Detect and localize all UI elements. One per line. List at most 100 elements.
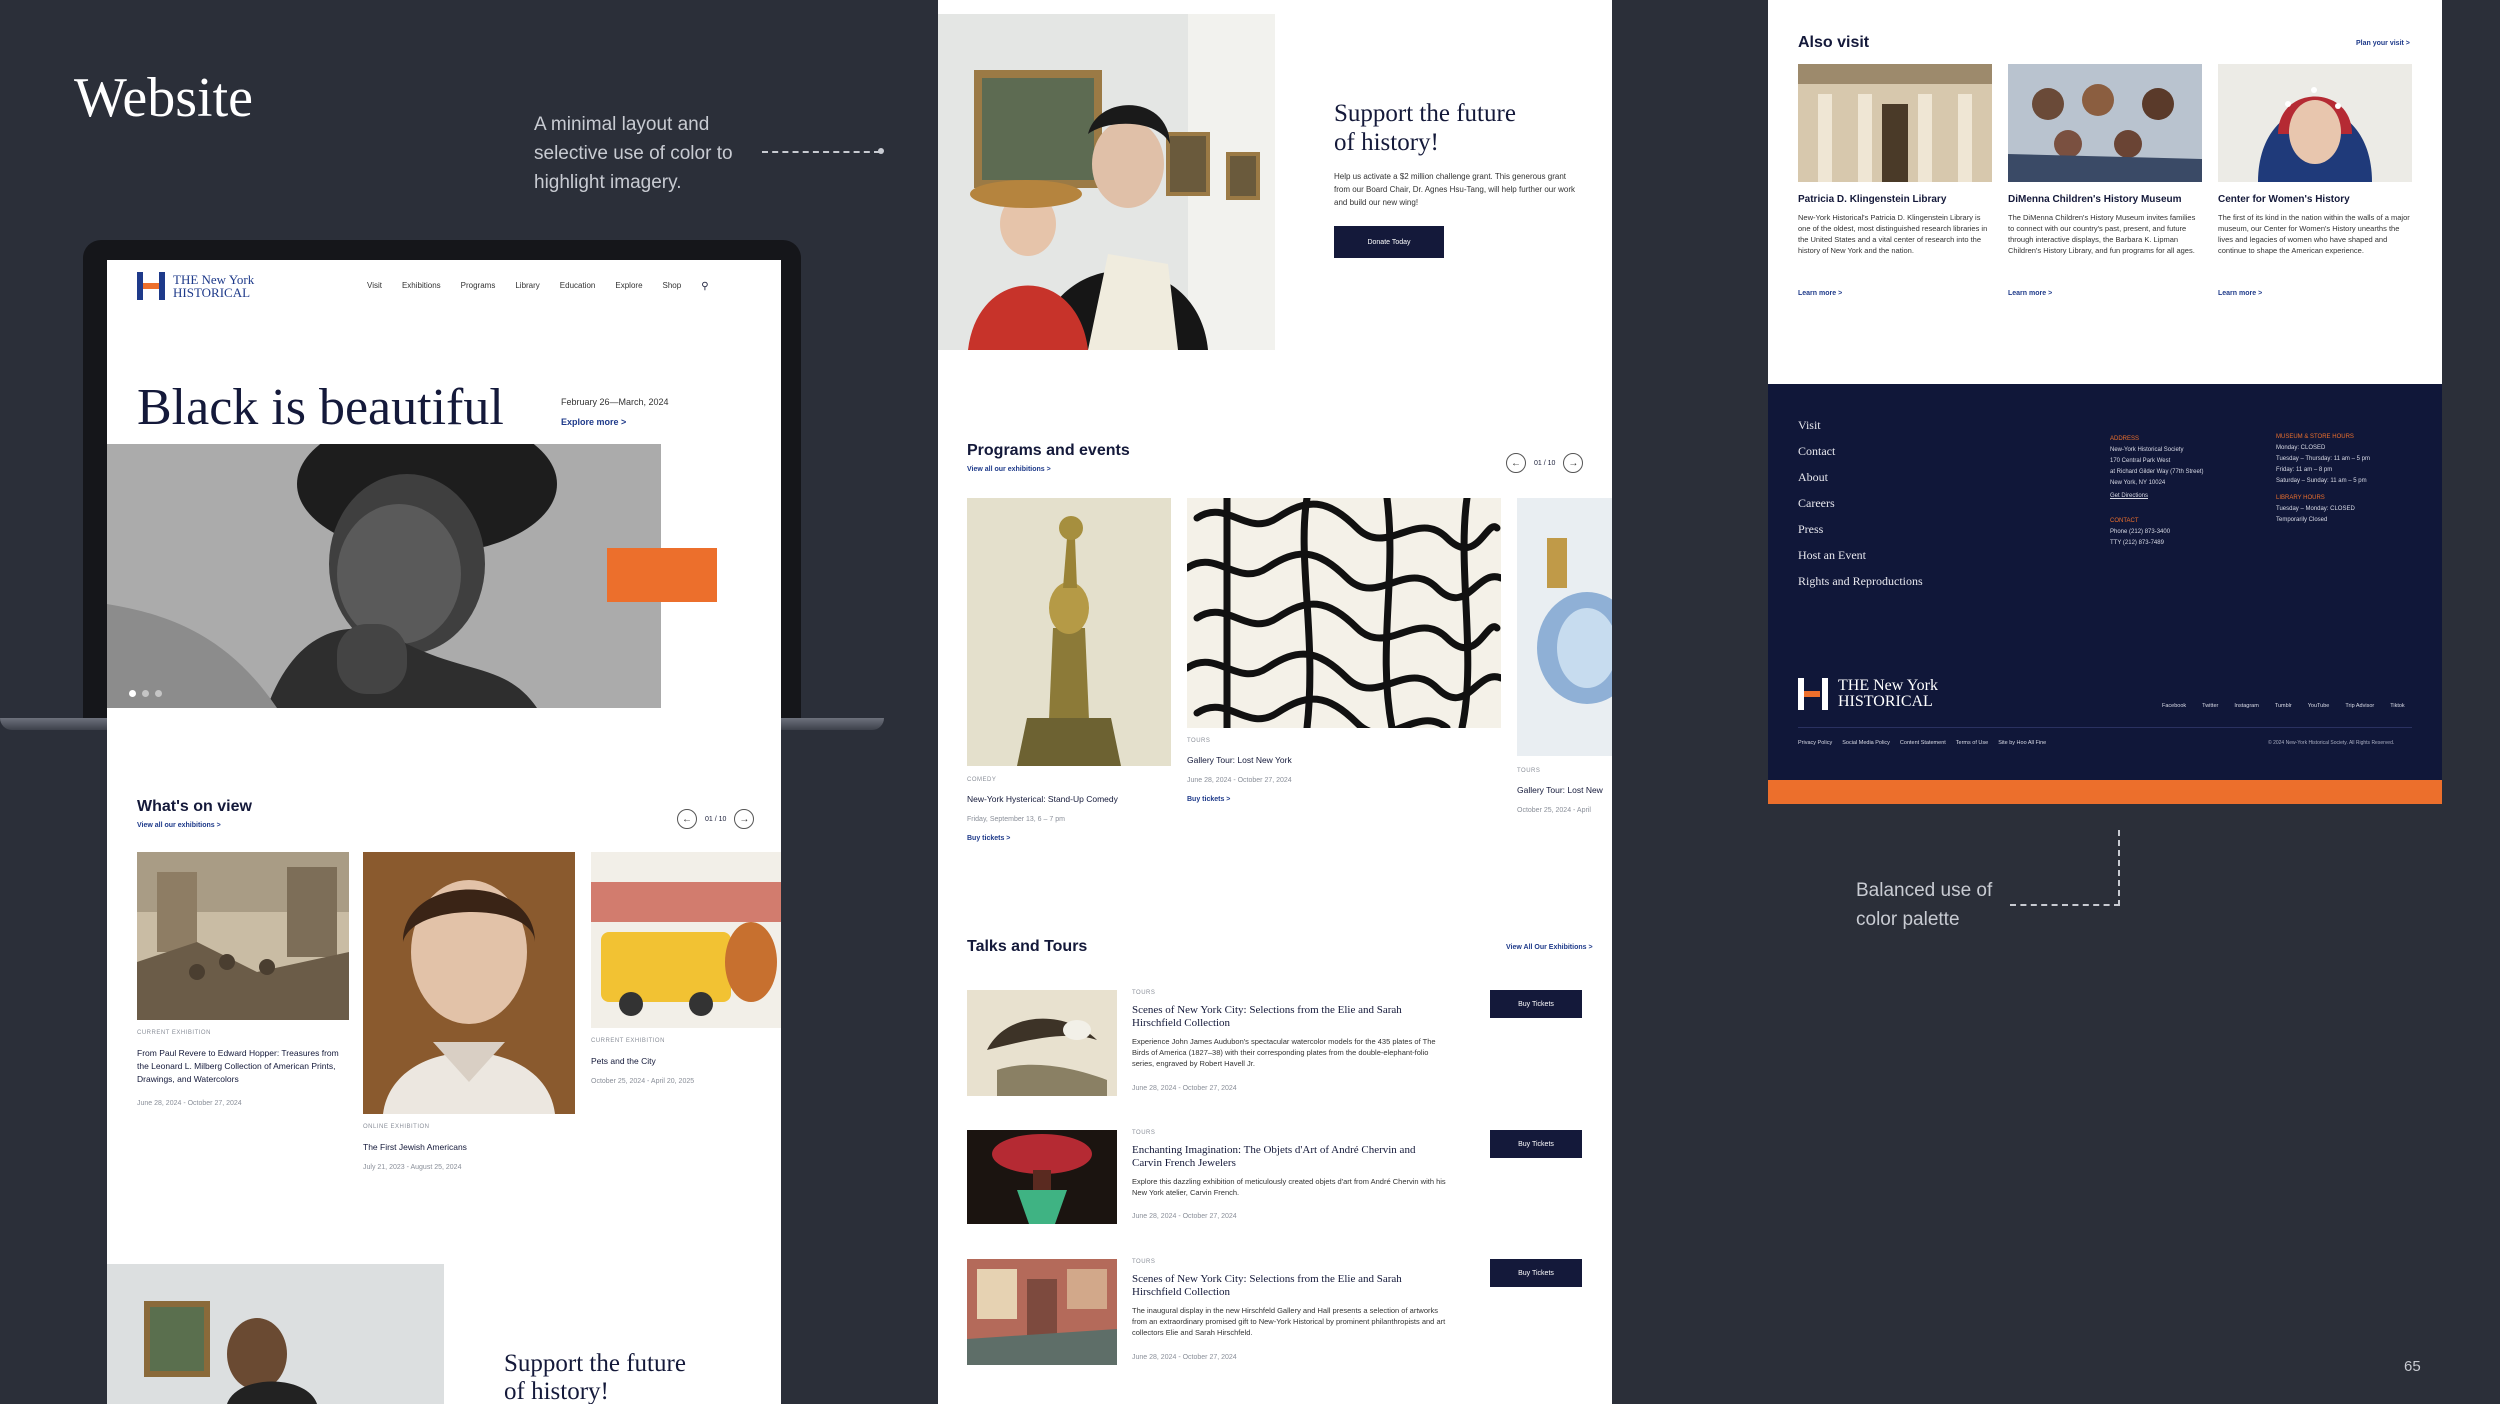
search-icon[interactable]: ⚲ — [701, 281, 708, 292]
legal-privacy[interactable]: Privacy Policy — [1798, 740, 1832, 746]
hero-carousel-dots[interactable] — [129, 690, 162, 697]
program-cta-2[interactable]: Buy tickets > — [1187, 796, 1230, 803]
whats-on-view-all[interactable]: View all our exhibitions > — [137, 822, 221, 829]
slide-caption-bottom: Balanced use of color palette — [1856, 880, 1993, 930]
footer-link-about[interactable]: About — [1798, 470, 1923, 485]
nav-programs[interactable]: Programs — [461, 281, 496, 292]
contact-label: CONTACT — [2110, 518, 2139, 524]
donate-button[interactable]: Donate Today — [1334, 226, 1444, 258]
social-instagram[interactable]: Instagram — [2234, 703, 2258, 709]
talk-image-1[interactable] — [967, 990, 1117, 1096]
prev-arrow-icon[interactable]: ← — [1506, 453, 1526, 473]
exhibition-card-image-1[interactable] — [137, 852, 349, 1020]
footer-copyright: © 2024 New-York Historical Society. All … — [2268, 740, 2395, 746]
prev-arrow-icon[interactable]: ← — [677, 809, 697, 829]
social-facebook[interactable]: Facebook — [2162, 703, 2186, 709]
talk-buy-tickets-2[interactable]: Buy Tickets — [1490, 1130, 1582, 1158]
directions-link[interactable]: Get Directions — [2110, 491, 2280, 502]
footer-link-host-event[interactable]: Host an Event — [1798, 548, 1923, 563]
hero-explore-link[interactable]: Explore more > — [561, 417, 626, 427]
program-title-2[interactable]: Gallery Tour: Lost New York — [1187, 754, 1292, 766]
address-line-3: at Richard Gilder Way (77th Street) — [2110, 469, 2204, 475]
hours-line-2: Tuesday – Thursday: 11 am – 5 pm — [2276, 456, 2370, 462]
exhibition-title-2[interactable]: The First Jewish Americans — [363, 1141, 467, 1153]
also-visit-title-3[interactable]: Center for Women's History — [2218, 194, 2350, 205]
site-footer: Visit Contact About Careers Press Host a… — [1768, 384, 2442, 780]
program-card-image-2[interactable] — [1187, 498, 1501, 728]
programs-view-all[interactable]: View all our exhibitions > — [967, 466, 1051, 473]
contact-line-2[interactable]: TTY (212) 873-7489 — [2110, 538, 2280, 549]
exhibition-kicker-1: CURRENT EXHIBITION — [137, 1030, 211, 1036]
exhibition-title-1[interactable]: From Paul Revere to Edward Hopper: Treas… — [137, 1047, 349, 1086]
also-visit-image-3[interactable] — [2218, 64, 2412, 182]
program-card-image-1[interactable] — [967, 498, 1171, 766]
program-title-3[interactable]: Gallery Tour: Lost New — [1517, 784, 1603, 796]
footer-link-visit[interactable]: Visit — [1798, 418, 1923, 433]
program-cta-1[interactable]: Buy tickets > — [967, 835, 1010, 842]
carousel-dot-active[interactable] — [129, 690, 136, 697]
social-youtube[interactable]: YouTube — [2308, 703, 2330, 709]
exhibition-card-image-3[interactable] — [591, 852, 781, 1028]
social-twitter[interactable]: Twitter — [2202, 703, 2218, 709]
talk-buy-tickets-1[interactable]: Buy Tickets — [1490, 990, 1582, 1018]
footer-link-rights[interactable]: Rights and Reproductions — [1798, 574, 1923, 589]
nav-education[interactable]: Education — [560, 281, 596, 292]
program-dates-1: Friday, September 13, 6 – 7 pm — [967, 816, 1065, 823]
footer-social: Facebook Twitter Instagram Tumblr YouTub… — [2162, 703, 2405, 709]
footer-logo-line2: HISTORICAL — [1838, 693, 1933, 710]
also-visit-image-2[interactable] — [2008, 64, 2202, 182]
legal-content[interactable]: Content Statement — [1900, 740, 1946, 746]
footer-link-contact[interactable]: Contact — [1798, 444, 1923, 459]
also-visit-cta-2[interactable]: Learn more > — [2008, 290, 2052, 297]
nav-explore[interactable]: Explore — [615, 281, 642, 292]
footer-links: Visit Contact About Careers Press Host a… — [1798, 418, 1923, 600]
main-nav: Visit Exhibitions Programs Library Educa… — [367, 281, 709, 292]
legal-site-by[interactable]: Site by Hoo All Fine — [1998, 740, 2046, 746]
site-logo[interactable]: THE New York HISTORICAL — [137, 272, 254, 300]
also-visit-panel: Also visit Plan your visit > Patricia D.… — [1768, 0, 2442, 384]
program-title-1[interactable]: New-York Hysterical: Stand-Up Comedy — [967, 793, 1118, 805]
social-tumblr[interactable]: Tumblr — [2275, 703, 2292, 709]
next-arrow-icon[interactable]: → — [734, 809, 755, 829]
also-visit-cta-3[interactable]: Learn more > — [2218, 290, 2262, 297]
legal-terms[interactable]: Terms of Use — [1956, 740, 1988, 746]
social-tiktok[interactable]: Tiktok — [2390, 703, 2404, 709]
footer-logo[interactable]: THE New York HISTORICAL — [1798, 678, 1938, 710]
legal-social-media[interactable]: Social Media Policy — [1842, 740, 1890, 746]
next-arrow-icon[interactable]: → — [1563, 453, 1584, 473]
talk-buy-tickets-3[interactable]: Buy Tickets — [1490, 1259, 1582, 1287]
hours-line-1: Monday: CLOSED — [2276, 445, 2326, 451]
talk-title-1[interactable]: Scenes of New York City: Selections from… — [1132, 1004, 1442, 1030]
program-kicker-3: TOURS — [1517, 768, 1541, 774]
also-visit-title-1[interactable]: Patricia D. Klingenstein Library — [1798, 194, 1946, 205]
nav-library[interactable]: Library — [515, 281, 539, 292]
talk-image-2[interactable] — [967, 1130, 1117, 1224]
talk-title-3[interactable]: Scenes of New York City: Selections from… — [1132, 1273, 1442, 1299]
talks-view-all[interactable]: View All Our Exhibitions > — [1506, 944, 1593, 951]
footer-link-press[interactable]: Press — [1798, 522, 1923, 537]
plan-visit-link[interactable]: Plan your visit > — [2356, 40, 2410, 47]
footer-link-careers[interactable]: Careers — [1798, 496, 1923, 511]
talk-title-2[interactable]: Enchanting Imagination: The Objets d'Art… — [1132, 1144, 1442, 1170]
nav-visit[interactable]: Visit — [367, 281, 382, 292]
support-body: Help us activate a $2 million challenge … — [1334, 172, 1575, 207]
contact-line-1[interactable]: Phone (212) 873-3400 — [2110, 527, 2280, 538]
also-visit-title-2[interactable]: DiMenna Children's History Museum — [2008, 194, 2182, 205]
nav-shop[interactable]: Shop — [663, 281, 682, 292]
caption-bottom-connector-h — [2010, 904, 2120, 906]
also-visit-image-1[interactable] — [1798, 64, 1992, 182]
hours-label: MUSEUM & STORE HOURS — [2276, 434, 2354, 440]
program-kicker-1: COMEDY — [967, 777, 997, 783]
program-card-image-3[interactable] — [1517, 498, 1612, 756]
also-visit-cta-1[interactable]: Learn more > — [1798, 290, 1842, 297]
social-tripadvisor[interactable]: Trip Advisor — [2345, 703, 2374, 709]
nav-exhibitions[interactable]: Exhibitions — [402, 281, 441, 292]
talk-dates-3: June 28, 2024 - October 27, 2024 — [1132, 1354, 1237, 1361]
carousel-dot[interactable] — [142, 690, 149, 697]
programs-title: Programs and events — [967, 442, 1130, 459]
exhibition-title-3[interactable]: Pets and the City — [591, 1055, 656, 1067]
exhibition-dates-2: July 21, 2023 - August 25, 2024 — [363, 1164, 462, 1171]
talk-image-3[interactable] — [967, 1259, 1117, 1365]
exhibition-card-image-2[interactable] — [363, 852, 575, 1114]
carousel-dot[interactable] — [155, 690, 162, 697]
